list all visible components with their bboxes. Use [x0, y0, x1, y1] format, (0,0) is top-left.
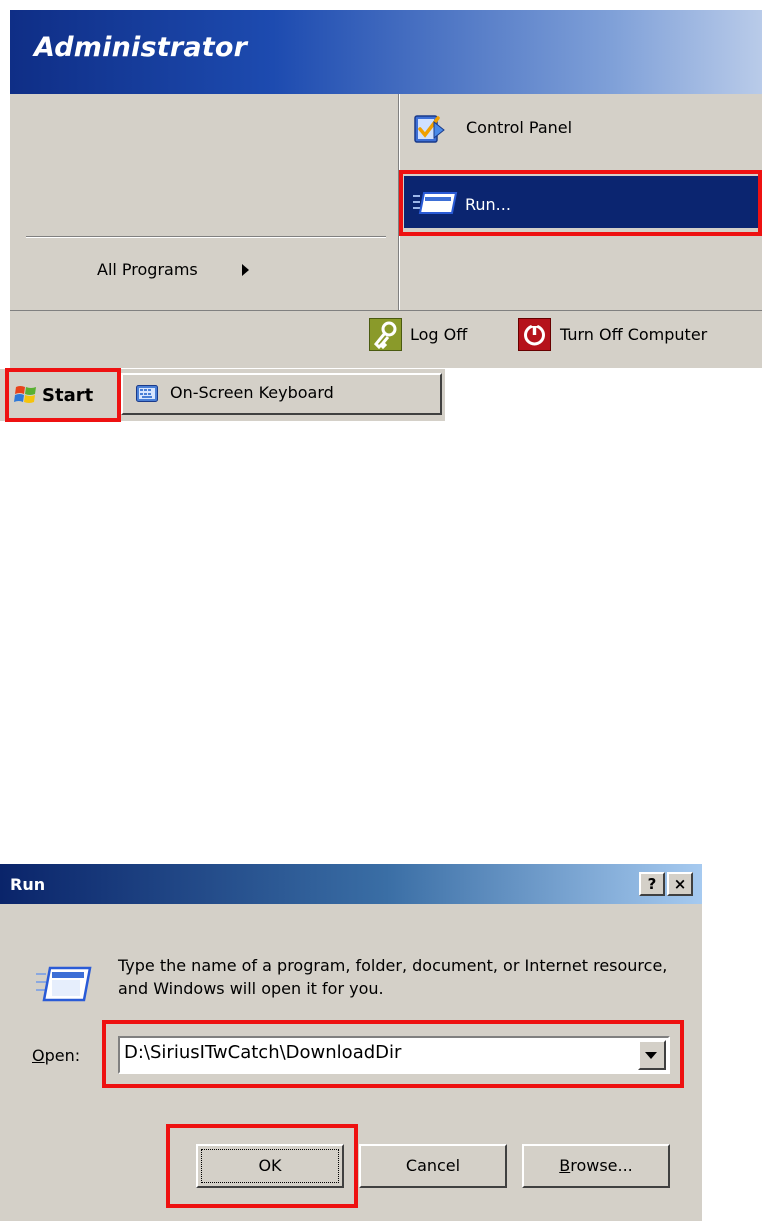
run-dialog-icon [36, 966, 92, 1002]
annotation-box-run [399, 170, 762, 236]
log-off-icon[interactable] [369, 318, 402, 351]
turn-off-button[interactable]: Turn Off Computer [560, 325, 707, 344]
control-panel-icon[interactable] [410, 110, 446, 146]
run-dialog-description: Type the name of a program, folder, docu… [118, 956, 668, 998]
open-label-mnemonic: O [32, 1046, 45, 1065]
open-label-text: pen: [44, 1046, 81, 1065]
run-dialog-titlebar[interactable] [0, 864, 702, 904]
close-button[interactable]: × [667, 872, 693, 896]
run-dialog: Run ? × Type the name of a program, fold… [0, 432, 702, 1221]
help-button[interactable]: ? [639, 872, 665, 896]
annotation-box-open [102, 1020, 684, 1088]
cancel-button[interactable]: Cancel [359, 1144, 507, 1188]
keyboard-icon [136, 385, 158, 402]
start-menu-edge [0, 0, 10, 368]
run-dialog-title: Run [10, 875, 46, 894]
browse-mnemonic: B [559, 1156, 571, 1175]
chevron-right-icon [242, 264, 249, 276]
log-off-button[interactable]: Log Off [410, 325, 467, 344]
power-icon[interactable] [518, 318, 551, 351]
open-label: Open: [32, 1046, 80, 1065]
browse-text: rowse... [570, 1156, 633, 1175]
left-separator-highlight [26, 237, 386, 238]
taskbar-task-label: On-Screen Keyboard [170, 383, 334, 402]
annotation-box-start [5, 368, 121, 422]
user-name: Administrator [34, 32, 248, 63]
start-menu: Administrator All Programs Control Panel… [0, 0, 762, 398]
all-programs-item[interactable]: All Programs [97, 260, 198, 279]
browse-button[interactable]: Browse... [522, 1144, 670, 1188]
control-panel-item[interactable]: Control Panel [466, 118, 572, 137]
annotation-box-ok [166, 1124, 358, 1208]
